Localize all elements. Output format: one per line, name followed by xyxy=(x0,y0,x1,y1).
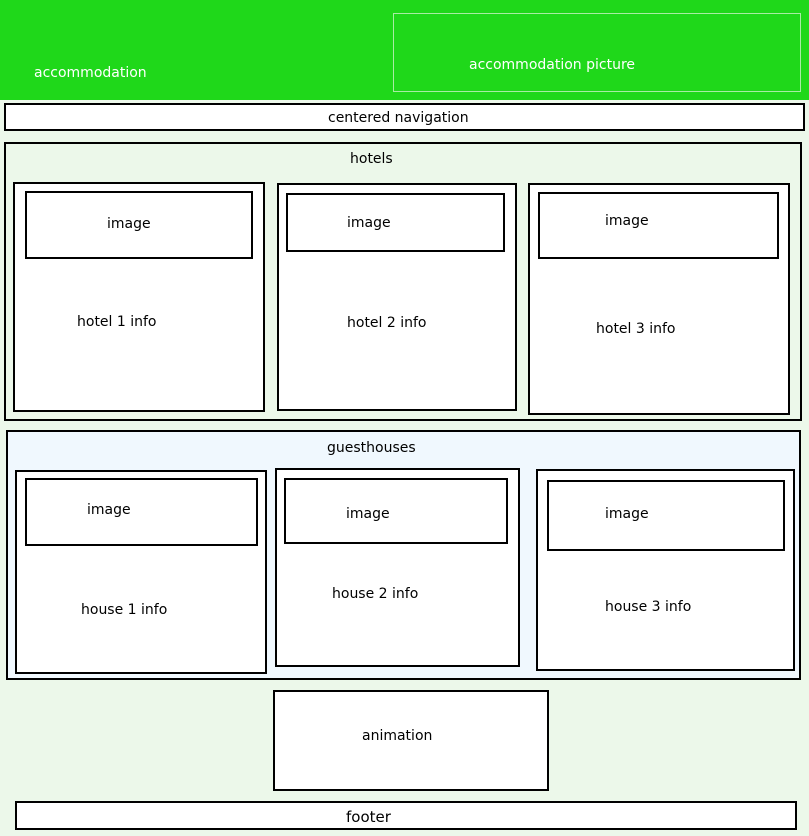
animation-placeholder: animation xyxy=(273,690,549,791)
hotel-3-image-placeholder: image xyxy=(538,192,779,259)
hotel-card-3[interactable]: image hotel 3 info xyxy=(528,183,790,415)
animation-label: animation xyxy=(362,728,433,744)
hotels-section: hotels image hotel 1 info image hotel 2 … xyxy=(4,142,802,421)
hotel-1-info: hotel 1 info xyxy=(77,314,157,330)
hotel-3-image-label: image xyxy=(605,213,649,229)
hotel-1-image-placeholder: image xyxy=(25,191,253,259)
hotel-card-1[interactable]: image hotel 1 info xyxy=(13,182,265,412)
hotel-2-image-label: image xyxy=(347,215,391,231)
header-title: accommodation xyxy=(34,65,147,81)
house-card-2[interactable]: image house 2 info xyxy=(275,468,520,667)
centered-navigation[interactable]: centered navigation xyxy=(4,103,805,131)
house-1-info: house 1 info xyxy=(81,602,168,618)
guesthouses-heading: guesthouses xyxy=(327,440,416,456)
house-3-info: house 3 info xyxy=(605,599,692,615)
navigation-label: centered navigation xyxy=(328,110,469,126)
hotel-1-image-label: image xyxy=(107,216,151,232)
hotel-2-info: hotel 2 info xyxy=(347,315,427,331)
hotel-card-2[interactable]: image hotel 2 info xyxy=(277,183,517,411)
accommodation-picture-label: accommodation picture xyxy=(469,57,636,73)
accommodation-picture-placeholder xyxy=(393,13,801,92)
house-2-image-label: image xyxy=(346,506,390,522)
house-card-3[interactable]: image house 3 info xyxy=(536,469,795,671)
hotel-3-info: hotel 3 info xyxy=(596,321,676,337)
guesthouses-section: guesthouses image house 1 info image hou… xyxy=(6,430,801,680)
house-1-image-label: image xyxy=(87,502,131,518)
footer: footer xyxy=(15,801,797,830)
hotels-heading: hotels xyxy=(350,151,393,167)
house-2-info: house 2 info xyxy=(332,586,419,602)
house-3-image-placeholder: image xyxy=(547,480,785,551)
hotel-2-image-placeholder: image xyxy=(286,193,505,252)
house-1-image-placeholder: image xyxy=(25,478,258,546)
footer-label: footer xyxy=(346,808,391,826)
house-2-image-placeholder: image xyxy=(284,478,508,544)
header-banner: accommodation accommodation picture xyxy=(0,0,809,100)
house-card-1[interactable]: image house 1 info xyxy=(15,470,267,674)
house-3-image-label: image xyxy=(605,506,649,522)
